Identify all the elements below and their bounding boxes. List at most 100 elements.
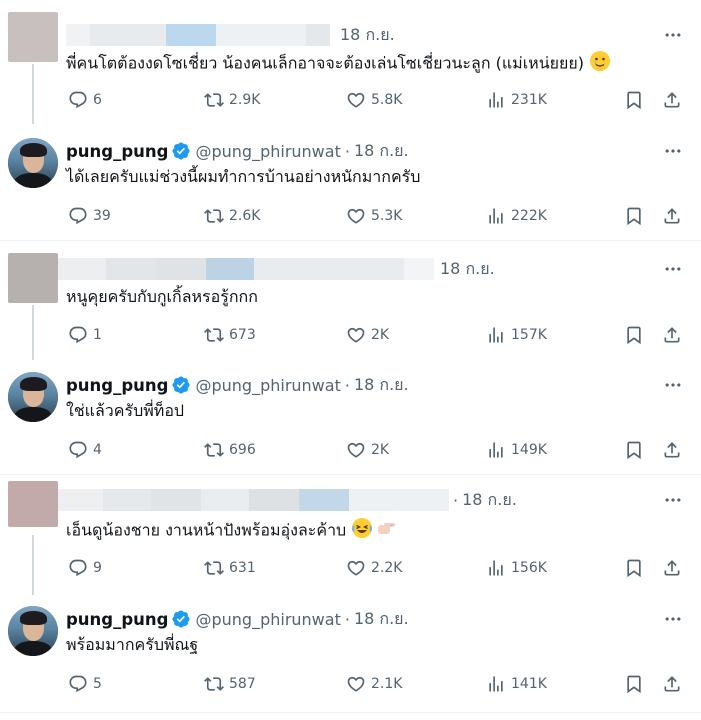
thread-line (32, 535, 34, 595)
tweet-time[interactable]: 18 ก.ย. (340, 23, 395, 48)
share-button[interactable] (662, 323, 682, 347)
reply-button[interactable]: 4 (68, 438, 102, 462)
user-handle[interactable]: @pung_phirunwat (195, 610, 340, 629)
separator-dot: · (344, 141, 350, 161)
bookmark-button[interactable] (624, 672, 644, 696)
more-button[interactable] (659, 374, 687, 396)
views-button[interactable]: 231K (486, 88, 547, 112)
reply-tweet[interactable]: 18 ก.ย. พี่คนโตต้องงดโซเชี่ยว น้องคนเล็ก… (0, 0, 701, 124)
more-button[interactable] (659, 140, 687, 162)
more-button[interactable] (659, 24, 687, 46)
blurred-avatar[interactable] (8, 12, 58, 62)
retweet-button[interactable]: 2.9K (204, 88, 260, 112)
tweet-header: pung_pung @pung_phirunwat · 18 ก.ย. (66, 374, 409, 396)
like-button[interactable]: 2.2K (346, 556, 402, 580)
share-button[interactable] (662, 556, 682, 580)
heart-icon (346, 206, 366, 226)
tweet-actions: 1 673 2K 157K (66, 323, 691, 347)
views-button[interactable]: 222K (486, 204, 547, 228)
reply-icon (68, 206, 88, 226)
tweet-actions: 9 631 2.2K 156K (66, 556, 691, 580)
blurred-avatar[interactable] (8, 481, 58, 527)
tweet-time[interactable]: 18 ก.ย. (354, 139, 409, 164)
share-button[interactable] (662, 438, 682, 462)
bookmark-icon (624, 558, 644, 578)
display-name[interactable]: pung_pung (66, 376, 168, 395)
reply-button[interactable]: 6 (68, 88, 102, 112)
avatar[interactable] (8, 138, 58, 188)
tweet-text: หนูคุยครับกับกูเกิ้ลหรอรู้กกก (66, 287, 258, 306)
more-icon (663, 25, 683, 45)
bookmark-icon (624, 325, 644, 345)
avatar[interactable] (8, 372, 58, 422)
views-count: 222K (511, 208, 547, 224)
tweet-time[interactable]: 18 ก.ย. (354, 373, 409, 398)
bookmark-button[interactable] (624, 88, 644, 112)
views-icon (486, 440, 506, 460)
like-button[interactable]: 2.1K (346, 672, 402, 696)
like-button[interactable]: 5.3K (346, 204, 402, 228)
like-count: 5.8K (371, 92, 403, 108)
like-button[interactable]: 2K (346, 438, 389, 462)
views-button[interactable]: 156K (486, 556, 547, 580)
bookmark-button[interactable] (624, 204, 644, 228)
more-button[interactable] (659, 258, 687, 280)
retweet-button[interactable]: 2.6K (204, 204, 260, 228)
tweet-header: · 18 ก.ย. (58, 489, 517, 511)
reply-button[interactable]: 9 (68, 556, 102, 580)
views-button[interactable]: 157K (486, 323, 547, 347)
blurred-avatar[interactable] (8, 253, 58, 303)
views-count: 149K (511, 442, 547, 458)
retweet-icon (204, 558, 224, 578)
blurred-author (58, 258, 434, 280)
author-reply-tweet[interactable]: pung_pung @pung_phirunwat · 18 ก.ย. พร้อ… (0, 592, 701, 720)
tweet-time[interactable]: 18 ก.ย. (440, 257, 495, 282)
bookmark-icon (624, 440, 644, 460)
retweet-button[interactable]: 673 (204, 323, 256, 347)
reply-tweet[interactable]: 18 ก.ย. หนูคุยครับกับกูเกิ้ลหรอรู้กกก 1 … (0, 241, 701, 360)
reply-tweet[interactable]: · 18 ก.ย. เอ็นดูน้องชาย งานหน้าปังพร้อมอ… (0, 475, 701, 595)
avatar[interactable] (8, 606, 58, 656)
reply-button[interactable]: 1 (68, 323, 102, 347)
user-handle[interactable]: @pung_phirunwat (195, 142, 340, 161)
more-icon (663, 609, 683, 629)
tweet-text: เอ็นดูน้องชาย งานหน้าปังพร้อมอุ่งละค้าบ (66, 517, 397, 545)
reply-button[interactable]: 5 (68, 672, 102, 696)
display-name[interactable]: pung_pung (66, 142, 168, 161)
author-reply-tweet[interactable]: pung_pung @pung_phirunwat · 18 ก.ย. ใช่แ… (0, 358, 701, 474)
tweet-time[interactable]: 18 ก.ย. (354, 607, 409, 632)
more-button[interactable] (659, 608, 687, 630)
views-button[interactable]: 141K (486, 672, 547, 696)
share-button[interactable] (662, 88, 682, 112)
retweet-button[interactable]: 631 (204, 556, 256, 580)
reply-count: 6 (93, 92, 102, 108)
share-button[interactable] (662, 672, 682, 696)
retweet-count: 631 (229, 560, 256, 576)
more-button[interactable] (659, 489, 687, 511)
retweet-count: 673 (229, 327, 256, 343)
reply-icon (68, 674, 88, 694)
retweet-button[interactable]: 587 (204, 672, 256, 696)
author-reply-tweet[interactable]: pung_pung @pung_phirunwat · 18 ก.ย. ได้เ… (0, 122, 701, 240)
share-button[interactable] (662, 204, 682, 228)
like-count: 2.1K (371, 676, 403, 692)
like-button[interactable]: 5.8K (346, 88, 402, 112)
display-name[interactable]: pung_pung (66, 610, 168, 629)
bookmark-button[interactable] (624, 323, 644, 347)
heart-icon (346, 90, 366, 110)
more-icon (663, 490, 683, 510)
tweet-actions: 4 696 2K 149K (66, 438, 691, 462)
bookmark-button[interactable] (624, 438, 644, 462)
reply-button[interactable]: 39 (68, 204, 111, 228)
reply-count: 5 (93, 676, 102, 692)
tweet-time[interactable]: 18 ก.ย. (462, 488, 517, 513)
tweet-header: pung_pung @pung_phirunwat · 18 ก.ย. (66, 608, 409, 630)
user-handle[interactable]: @pung_phirunwat (195, 376, 340, 395)
like-button[interactable]: 2K (346, 323, 389, 347)
views-icon (486, 674, 506, 694)
retweet-button[interactable]: 696 (204, 438, 256, 462)
more-icon (663, 375, 683, 395)
bookmark-button[interactable] (624, 556, 644, 580)
like-count: 2K (371, 327, 390, 343)
views-button[interactable]: 149K (486, 438, 547, 462)
